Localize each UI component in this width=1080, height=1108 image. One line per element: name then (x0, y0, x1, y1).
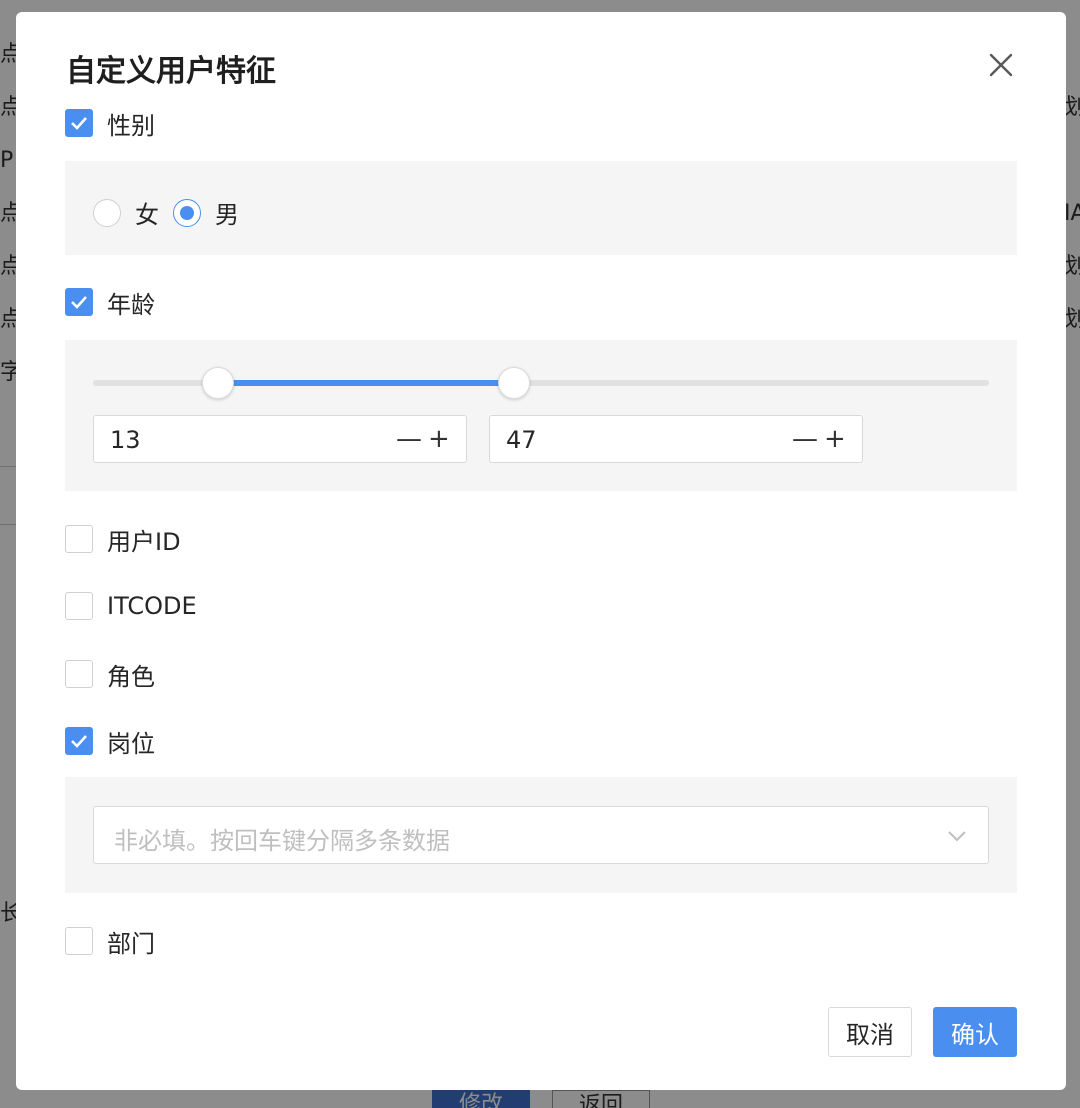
age-range-slider[interactable] (93, 367, 989, 399)
position-select[interactable]: 非必填。按回车键分隔多条数据 (93, 806, 989, 864)
radio-female[interactable] (93, 198, 121, 227)
gender-panel: 女 男 (65, 161, 1017, 255)
position-label: 岗位 (107, 729, 155, 758)
radio-female-label[interactable]: 女 (135, 195, 159, 230)
user-id-checkbox-row[interactable]: 用户ID (65, 524, 181, 556)
cancel-button[interactable]: 取消 (828, 1007, 912, 1057)
age-max-increment-button[interactable]: + (824, 426, 846, 452)
role-label: 角色 (107, 662, 155, 691)
custom-user-features-dialog: 自定义用户特征 性别 女 男 年龄 13 — + 47 — + 用户ID ITC… (16, 12, 1066, 1090)
chevron-down-icon (948, 831, 966, 842)
confirm-button[interactable]: 确认 (933, 1007, 1017, 1057)
radio-male[interactable] (173, 198, 201, 227)
radio-dot (180, 205, 194, 220)
age-max-input[interactable]: 47 — + (489, 415, 863, 463)
gender-checkbox-row[interactable]: 性别 (65, 108, 155, 140)
age-min-input[interactable]: 13 — + (93, 415, 467, 463)
itcode-label: ITCODE (107, 592, 197, 620)
department-label: 部门 (107, 929, 155, 958)
position-panel: 非必填。按回车键分隔多条数据 (65, 777, 1017, 893)
user-id-label: 用户ID (107, 527, 181, 556)
position-checkbox-row[interactable]: 岗位 (65, 726, 155, 758)
radio-male-label[interactable]: 男 (215, 195, 239, 230)
age-range-track (218, 380, 515, 386)
dialog-title: 自定义用户特征 (66, 54, 276, 89)
age-max-value[interactable]: 47 (506, 426, 537, 454)
gender-checkbox[interactable] (65, 109, 93, 137)
age-checkbox-row[interactable]: 年龄 (65, 287, 155, 319)
age-max-handle[interactable] (498, 367, 531, 399)
checkmark-icon (71, 117, 87, 130)
age-min-value[interactable]: 13 (110, 426, 141, 454)
age-checkbox[interactable] (65, 288, 93, 316)
checkmark-icon (71, 296, 87, 309)
user-id-checkbox[interactable] (65, 525, 93, 553)
itcode-checkbox-row[interactable]: ITCODE (65, 591, 197, 621)
age-label: 年龄 (107, 290, 155, 319)
age-max-decrement-button[interactable]: — (792, 426, 818, 452)
age-min-handle[interactable] (202, 367, 235, 399)
itcode-checkbox[interactable] (65, 592, 93, 620)
role-checkbox[interactable] (65, 660, 93, 688)
position-checkbox[interactable] (65, 727, 93, 755)
gender-radio-group: 女 男 (93, 195, 253, 230)
age-panel: 13 — + 47 — + (65, 340, 1017, 491)
close-icon[interactable] (986, 50, 1016, 80)
role-checkbox-row[interactable]: 角色 (65, 659, 155, 691)
age-min-increment-button[interactable]: + (428, 426, 450, 452)
department-checkbox-row[interactable]: 部门 (65, 926, 155, 958)
gender-label: 性别 (107, 111, 155, 140)
age-min-decrement-button[interactable]: — (396, 426, 422, 452)
department-checkbox[interactable] (65, 927, 93, 955)
checkmark-icon (71, 735, 87, 748)
position-select-placeholder: 非必填。按回车键分隔多条数据 (114, 827, 450, 855)
